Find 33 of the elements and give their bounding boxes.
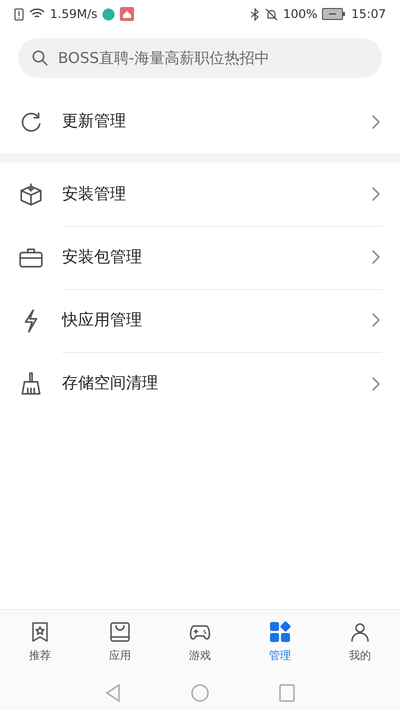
chevron-right-icon <box>370 249 382 265</box>
nav-tab[interactable]: 推荐 <box>0 610 80 672</box>
chevron-right-icon <box>370 114 382 130</box>
wifi-icon <box>29 8 45 20</box>
search-icon <box>31 49 49 67</box>
app-notification-icon <box>102 8 116 20</box>
menu-item[interactable]: 快应用管理 <box>0 289 400 352</box>
chevron-right-icon <box>370 312 382 328</box>
battery-percent: 100% <box>283 7 318 21</box>
search-field[interactable]: BOSS直聘-海量高薪职位热招中 <box>18 38 382 78</box>
menu-item[interactable]: 更新管理 <box>0 90 400 153</box>
chevron-right-icon <box>370 186 382 202</box>
bag-icon <box>108 620 132 644</box>
chevron-right-icon <box>370 376 382 392</box>
sim-alert-icon <box>14 8 24 20</box>
menu-item[interactable]: 存储空间清理 <box>0 352 400 415</box>
blocks-icon <box>268 620 292 644</box>
home-notification-icon <box>120 7 134 21</box>
nav-tab[interactable]: 我的 <box>320 610 400 672</box>
back-icon[interactable] <box>105 684 121 702</box>
box-icon <box>18 182 44 208</box>
battery-icon <box>322 8 346 20</box>
nav-tab[interactable]: 游戏 <box>160 610 240 672</box>
nav-tab[interactable]: 应用 <box>80 610 160 672</box>
nav-tab[interactable]: 管理 <box>240 610 320 672</box>
home-icon[interactable] <box>191 684 209 702</box>
menu-item[interactable]: 安装管理 <box>0 163 400 226</box>
clock-time: 15:07 <box>351 7 386 21</box>
network-speed: 1.59M/s <box>50 7 98 21</box>
bluetooth-icon <box>250 8 260 20</box>
menu-item[interactable]: 安装包管理 <box>0 226 400 289</box>
recents-icon[interactable] <box>279 684 295 702</box>
bell-off-icon <box>265 8 278 20</box>
